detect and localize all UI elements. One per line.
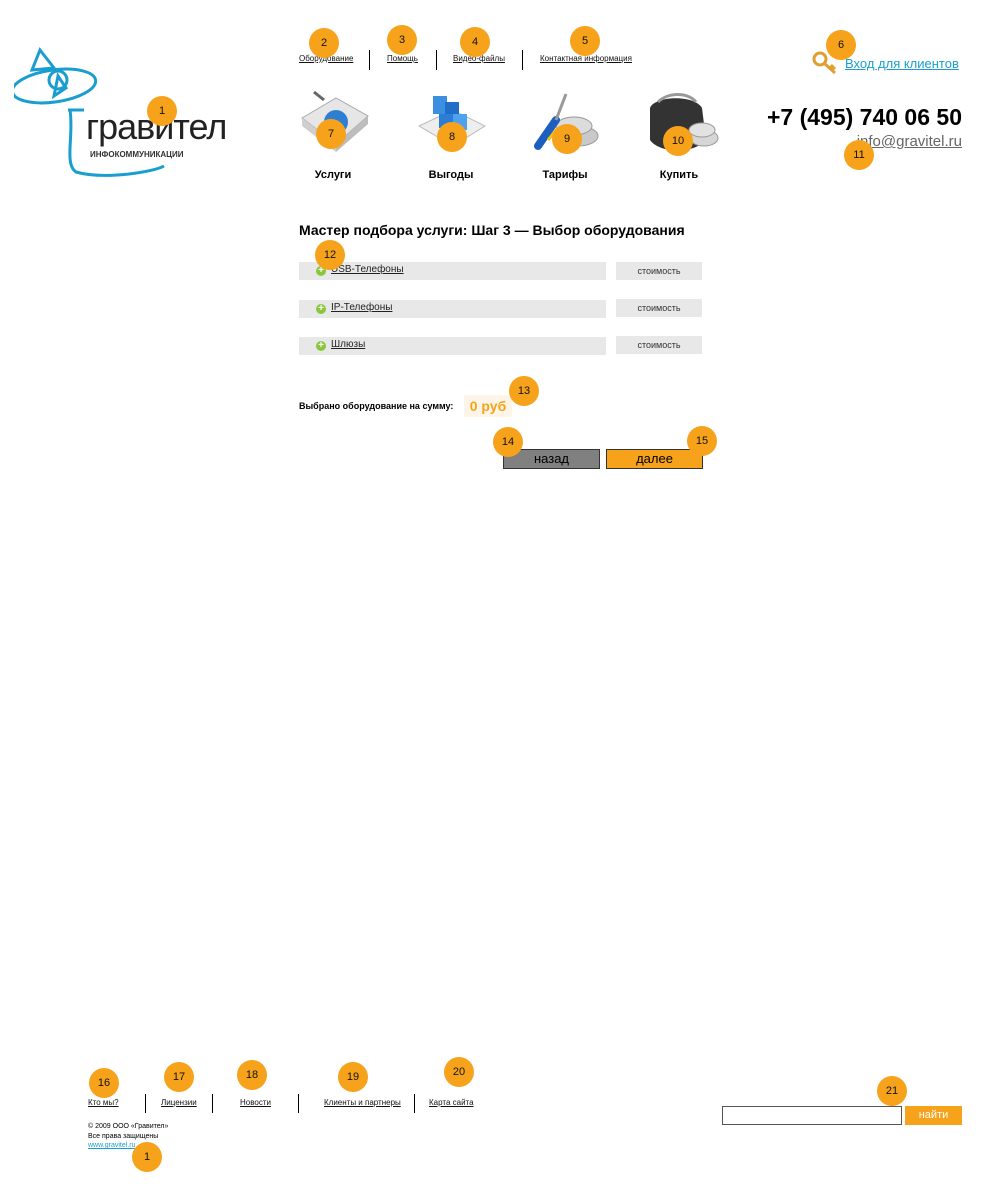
cost-button[interactable]: стоимость xyxy=(616,262,702,280)
sum-label: Выбрано оборудование на сумму: xyxy=(299,401,454,411)
nav-buy[interactable]: Купить xyxy=(634,169,724,181)
brand-tagline: ИНФОКОММУНИКАЦИИ xyxy=(90,150,184,159)
marker: 19 xyxy=(338,1062,368,1092)
marker: 9 xyxy=(552,124,582,154)
divider xyxy=(212,1094,213,1113)
footer-news[interactable]: Новости xyxy=(240,1098,271,1107)
usb-phones-link[interactable]: USB-Телефоны xyxy=(331,264,404,275)
nav-benefits[interactable]: Выгоды xyxy=(406,169,496,181)
divider xyxy=(369,50,370,70)
marker: 7 xyxy=(316,119,346,149)
search-button[interactable]: найти xyxy=(905,1106,962,1125)
footer-site-link[interactable]: www.gravitel.ru xyxy=(88,1142,135,1149)
email-link[interactable]: info@gravitel.ru xyxy=(857,133,962,150)
top-nav-help[interactable]: Помощь xyxy=(387,54,418,63)
marker: 1 xyxy=(132,1142,162,1172)
cost-button[interactable]: стоимость xyxy=(616,299,702,317)
divider xyxy=(414,1094,415,1113)
marker: 18 xyxy=(237,1060,267,1090)
footer-sitemap[interactable]: Карта сайта xyxy=(429,1098,474,1107)
marker: 3 xyxy=(387,25,417,55)
footer-clients[interactable]: Клиенты и партнеры xyxy=(324,1098,401,1107)
marker: 10 xyxy=(663,126,693,156)
marker: 2 xyxy=(309,28,339,58)
nav-tariffs[interactable]: Тарифы xyxy=(520,169,610,181)
marker: 1 xyxy=(147,96,177,126)
nav-services[interactable]: Услуги xyxy=(288,169,378,181)
marker: 12 xyxy=(315,240,345,270)
divider xyxy=(145,1094,146,1113)
logo[interactable]: гравител ИНФОКОММУНИКАЦИИ xyxy=(14,46,254,181)
search-input[interactable] xyxy=(722,1106,902,1125)
marker: 6 xyxy=(826,30,856,60)
sum-value: 0 руб xyxy=(464,395,512,417)
footer-about[interactable]: Кто мы? xyxy=(88,1098,119,1107)
divider xyxy=(298,1094,299,1113)
marker: 4 xyxy=(460,27,490,57)
marker: 13 xyxy=(509,376,539,406)
marker: 5 xyxy=(570,26,600,56)
expand-plus-icon[interactable]: + xyxy=(316,341,326,351)
marker: 15 xyxy=(687,426,717,456)
marker: 11 xyxy=(844,140,874,170)
footer-licenses[interactable]: Лицензии xyxy=(161,1098,197,1107)
marker: 16 xyxy=(89,1068,119,1098)
next-button[interactable]: далее xyxy=(606,449,703,469)
expand-plus-icon[interactable]: + xyxy=(316,304,326,314)
cost-button[interactable]: стоимость xyxy=(616,336,702,354)
marker: 14 xyxy=(493,427,523,457)
marker: 17 xyxy=(164,1062,194,1092)
marker: 21 xyxy=(877,1076,907,1106)
phone-number: +7 (495) 740 06 50 xyxy=(766,104,962,130)
divider xyxy=(436,50,437,70)
rights-text: Все права защищены xyxy=(88,1133,159,1140)
ip-phones-link[interactable]: IP-Телефоны xyxy=(331,302,392,313)
marker: 8 xyxy=(437,122,467,152)
page-title: Мастер подбора услуги: Шаг 3 — Выбор обо… xyxy=(299,222,685,238)
copyright-text: © 2009 ООО «Гравител» xyxy=(88,1123,169,1130)
gateways-link[interactable]: Шлюзы xyxy=(331,339,365,350)
marker: 20 xyxy=(444,1057,474,1087)
divider xyxy=(522,50,523,70)
client-login-link[interactable]: Вход для клиентов xyxy=(845,56,959,71)
